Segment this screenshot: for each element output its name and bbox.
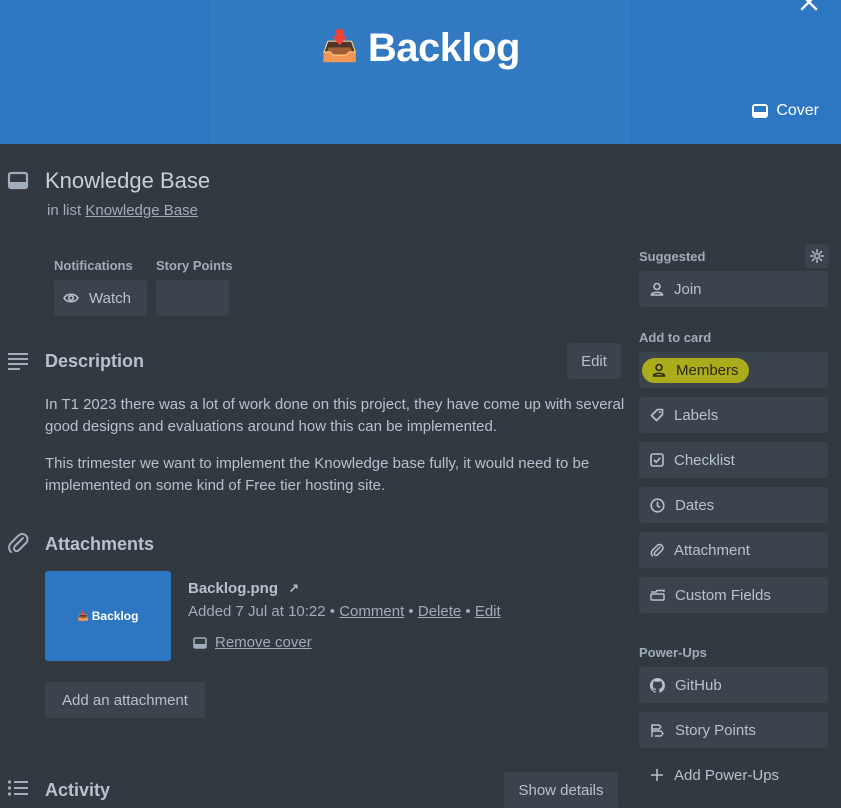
add-attachment-button[interactable]: Add an attachment	[45, 682, 205, 718]
attachment-added-text: Added 7 Jul at 10:22	[188, 603, 326, 620]
attachment-name[interactable]: Backlog.png ↗	[188, 580, 299, 597]
github-button[interactable]: GitHub	[639, 667, 828, 703]
attachment-label: Attachment	[674, 541, 750, 559]
story-points-field[interactable]	[156, 280, 229, 316]
github-icon	[650, 677, 665, 693]
add-to-card-label: Add to card	[639, 330, 712, 345]
custom-fields-label: Custom Fields	[675, 586, 771, 604]
card-icon	[7, 171, 29, 191]
cover-button-label: Cover	[776, 102, 819, 119]
inbox-tray-icon: 📥	[321, 30, 358, 63]
suggested-label: Suggested	[639, 249, 706, 264]
labels-label: Labels	[674, 406, 719, 424]
close-icon	[799, 0, 819, 14]
attachment-meta: Added 7 Jul at 10:22 • Comment • Delete …	[188, 603, 501, 620]
join-button[interactable]: Join	[639, 271, 828, 307]
show-details-button[interactable]: Show details	[504, 772, 618, 808]
notifications-label: Notifications	[54, 258, 133, 273]
in-list-prefix: in list	[47, 202, 82, 219]
card-cover: 📥 Backlog Cover	[0, 0, 841, 144]
clock-icon	[650, 497, 665, 513]
separator: •	[465, 603, 471, 620]
attachment-file-name: Backlog.png	[188, 580, 279, 597]
card-cover-icon	[193, 636, 207, 649]
inbox-tray-icon: 📥	[77, 610, 89, 621]
story-points-powerup-button[interactable]: Story Points	[639, 712, 828, 748]
custom-fields-icon	[650, 589, 665, 601]
checklist-label: Checklist	[674, 451, 735, 469]
attachment-thumbnail[interactable]: 📥 Backlog	[45, 571, 171, 661]
dates-button[interactable]: Dates	[639, 487, 828, 523]
story-points-icon	[650, 723, 665, 738]
activity-title: Activity	[45, 780, 111, 800]
external-link-icon[interactable]: ↗	[288, 581, 299, 596]
person-icon	[652, 363, 666, 377]
watch-button[interactable]: Watch	[54, 280, 147, 316]
members-highlight: Members	[642, 357, 749, 383]
description-title: Description	[45, 351, 145, 371]
plus-icon	[650, 768, 664, 782]
person-icon	[650, 282, 664, 296]
paperclip-icon	[650, 543, 664, 558]
description-paragraph: This trimester we want to implement the …	[45, 455, 590, 494]
members-label: Members	[676, 361, 739, 379]
members-button[interactable]: Members	[639, 352, 828, 388]
story-points-label: Story Points	[156, 258, 233, 273]
cover-title: 📥 Backlog	[0, 26, 841, 71]
attachment-button[interactable]: Attachment	[639, 532, 828, 568]
attachments-title: Attachments	[45, 534, 155, 554]
gear-icon	[810, 249, 824, 263]
attachment-edit-link[interactable]: Edit	[475, 603, 501, 620]
cover-title-text: Backlog	[367, 26, 521, 70]
attachment-delete-link[interactable]: Delete	[418, 603, 461, 620]
custom-fields-button[interactable]: Custom Fields	[639, 577, 828, 613]
separator: •	[329, 603, 336, 620]
eye-icon	[63, 292, 79, 304]
card-cover-icon	[752, 104, 769, 118]
story-points-powerup-label: Story Points	[675, 721, 756, 739]
paperclip-icon	[7, 531, 29, 555]
join-label: Join	[674, 280, 702, 298]
cover-image	[210, 0, 630, 144]
add-powerups-button[interactable]: Add Power-Ups	[639, 757, 828, 793]
labels-button[interactable]: Labels	[639, 397, 828, 433]
thumbnail-text: Backlog	[91, 609, 139, 623]
description-icon	[7, 352, 29, 370]
attachment-comment-link[interactable]: Comment	[339, 603, 404, 620]
list-link[interactable]: Knowledge Base	[85, 202, 198, 219]
checkbox-icon	[650, 453, 664, 467]
add-powerups-label: Add Power-Ups	[674, 766, 780, 784]
cover-button[interactable]: Cover	[752, 102, 819, 120]
remove-cover-link[interactable]: Remove cover	[193, 634, 312, 651]
watch-label: Watch	[89, 289, 131, 307]
tag-icon	[650, 408, 664, 422]
in-list-text: in list Knowledge Base	[47, 202, 198, 219]
remove-cover-label: Remove cover	[215, 634, 312, 651]
github-label: GitHub	[675, 676, 722, 694]
close-button[interactable]	[799, 0, 819, 14]
suggested-settings-button[interactable]	[805, 244, 829, 268]
powerups-label: Power-Ups	[639, 645, 707, 660]
dates-label: Dates	[675, 496, 715, 514]
card-title[interactable]: Knowledge Base	[45, 168, 210, 194]
checklist-button[interactable]: Checklist	[639, 442, 828, 478]
separator: •	[408, 603, 414, 620]
edit-description-button[interactable]: Edit	[567, 343, 621, 379]
description-paragraph: In T1 2023 there was a lot of work done …	[45, 396, 625, 435]
activity-icon	[7, 780, 29, 798]
